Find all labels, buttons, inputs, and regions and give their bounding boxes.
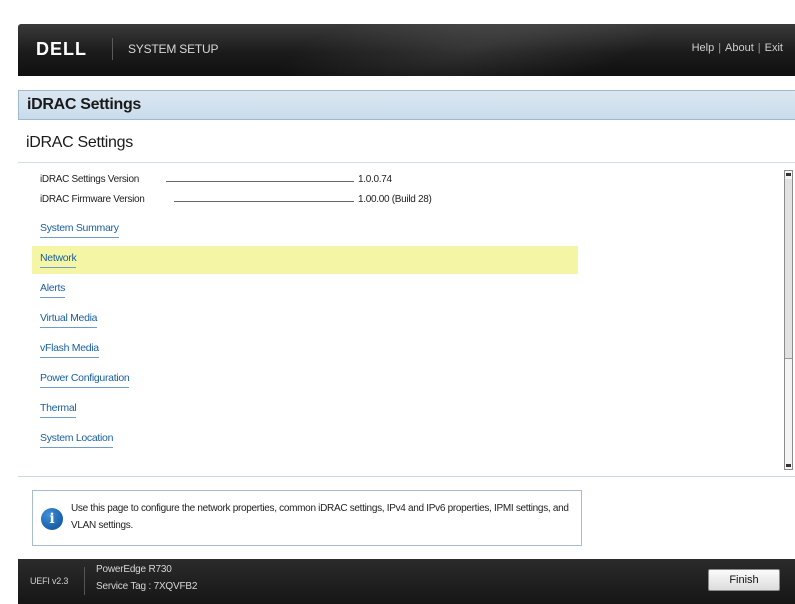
leader-line	[174, 201, 354, 202]
menu-item-label: vFlash Media	[40, 336, 99, 360]
leader-line	[166, 181, 354, 182]
page-title: iDRAC Settings	[18, 90, 795, 120]
logo-divider	[112, 38, 113, 60]
link-separator: |	[718, 42, 722, 54]
menu-item-label: System Summary	[40, 216, 119, 240]
uefi-version: UEFI v2.3	[30, 576, 69, 586]
dell-logo: DELL	[36, 39, 87, 59]
menu-item-power-configuration[interactable]: Power Configuration	[32, 366, 578, 394]
menu-item-network[interactable]: Network	[32, 246, 578, 274]
exit-link[interactable]: Exit	[765, 42, 783, 54]
section-divider	[18, 162, 795, 163]
menu-item-vflash-media[interactable]: vFlash Media	[32, 336, 578, 364]
help-text: Use this page to configure the network p…	[71, 503, 569, 531]
menu-item-system-summary[interactable]: System Summary	[32, 216, 578, 244]
info-label: iDRAC Settings Version	[40, 174, 140, 185]
menu-item-system-location[interactable]: System Location	[32, 426, 578, 454]
banner-swoosh	[252, 24, 684, 76]
top-links: Help | About | Exit	[692, 42, 783, 54]
scroll-down-arrow-icon[interactable]	[786, 464, 791, 467]
info-row-settings-version: iDRAC Settings Version 1.0.0.74	[40, 174, 500, 188]
menu-item-label: Power Configuration	[40, 366, 130, 390]
settings-content: iDRAC Settings Version 1.0.0.74 iDRAC Fi…	[18, 164, 795, 476]
info-row-firmware-version: iDRAC Firmware Version 1.00.00 (Build 28…	[40, 194, 500, 208]
info-value: 1.00.00 (Build 28)	[358, 194, 432, 205]
link-separator: |	[757, 42, 761, 54]
footer-bar: UEFI v2.3 PowerEdge R730 Service Tag : 7…	[18, 559, 795, 604]
app-title: SYSTEM SETUP	[128, 42, 219, 56]
help-link[interactable]: Help	[692, 42, 715, 54]
menu-item-label: Thermal	[40, 396, 77, 420]
svg-text:DELL: DELL	[36, 39, 87, 59]
scroll-thumb[interactable]	[785, 179, 792, 359]
footer-divider	[84, 567, 85, 595]
system-setup-window: DELL SYSTEM SETUP Help | About | Exit iDRAC …	[18, 24, 795, 604]
menu-item-label: Network	[40, 246, 77, 270]
system-model: PowerEdge R730	[96, 564, 172, 575]
info-icon: i	[41, 508, 63, 530]
service-tag: Service Tag : 7XQVFB2	[96, 581, 198, 592]
about-link[interactable]: About	[725, 42, 754, 54]
menu-item-thermal[interactable]: Thermal	[32, 396, 578, 424]
vertical-scrollbar[interactable]	[784, 170, 793, 470]
menu-item-label: Alerts	[40, 276, 65, 300]
info-value: 1.0.0.74	[358, 174, 392, 185]
section-title: iDRAC Settings	[26, 134, 133, 151]
menu-item-label: Virtual Media	[40, 306, 98, 330]
help-box: i Use this page to configure the network…	[32, 490, 582, 546]
menu-item-alerts[interactable]: Alerts	[32, 276, 578, 304]
menu-item-label: System Location	[40, 426, 113, 450]
content-divider	[18, 476, 795, 477]
menu-item-virtual-media[interactable]: Virtual Media	[32, 306, 578, 334]
info-label: iDRAC Firmware Version	[40, 194, 145, 205]
scroll-up-arrow-icon[interactable]	[786, 173, 791, 176]
top-banner: DELL SYSTEM SETUP Help | About | Exit	[18, 24, 795, 76]
finish-button[interactable]: Finish	[708, 569, 780, 591]
